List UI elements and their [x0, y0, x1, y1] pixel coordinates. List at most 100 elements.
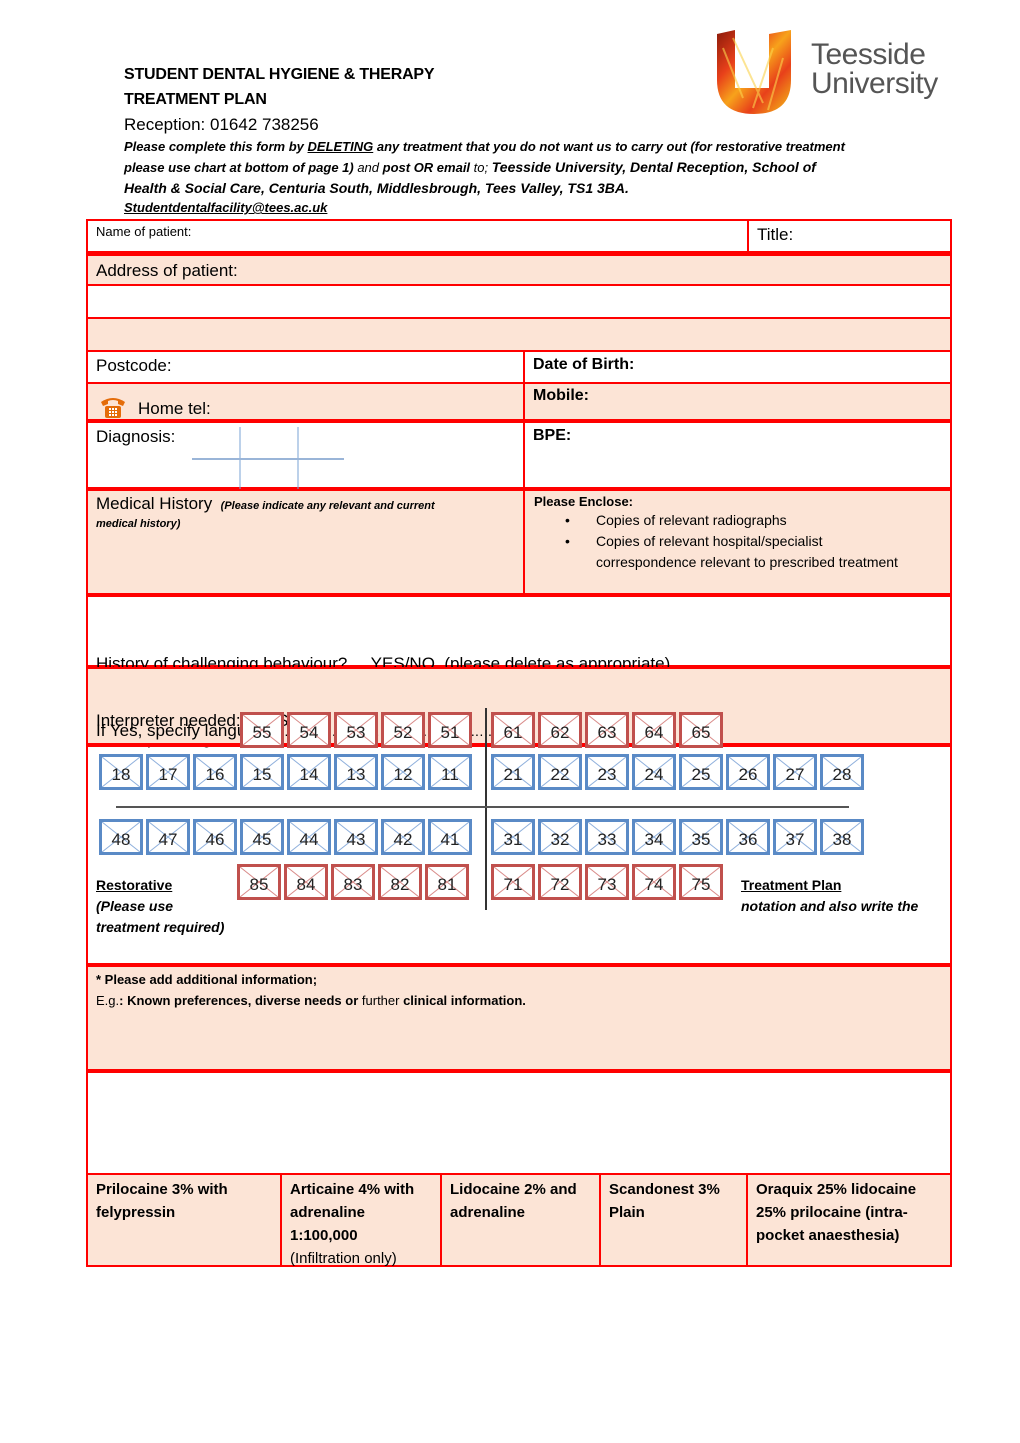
tooth-box-12[interactable]: 12: [381, 754, 425, 790]
title-field[interactable]: Title:: [757, 225, 793, 251]
mobile-field[interactable]: Mobile:: [533, 387, 589, 419]
tooth-box-47[interactable]: 47: [146, 819, 190, 855]
tooth-box-28[interactable]: 28: [820, 754, 864, 790]
additional-information-field[interactable]: * Please add additional information; E.g…: [86, 965, 952, 1071]
tooth-box-25[interactable]: 25: [679, 754, 723, 790]
tooth-box-63[interactable]: 63: [585, 712, 629, 748]
tooth-box-44[interactable]: 44: [287, 819, 331, 855]
tooth-box-53[interactable]: 53: [334, 712, 378, 748]
tooth-box-48[interactable]: 48: [99, 819, 143, 855]
tooth-number: 74: [644, 875, 664, 894]
tooth-box-38[interactable]: 38: [820, 819, 864, 855]
anaesthetic-option[interactable]: Scandonest 3% Plain: [601, 1175, 748, 1265]
tooth-box-26[interactable]: 26: [726, 754, 770, 790]
tooth-box-74[interactable]: 74: [632, 864, 676, 900]
tooth-box-43[interactable]: 43: [334, 819, 378, 855]
tooth-number: 26: [738, 765, 758, 784]
mobile-label: Mobile:: [533, 387, 589, 404]
tooth-box-35[interactable]: 35: [679, 819, 723, 855]
tooth-box-18[interactable]: 18: [99, 754, 143, 790]
tooth-box-55[interactable]: 55: [240, 712, 284, 748]
tooth-number: 25: [691, 765, 711, 784]
tooth-box-23[interactable]: 23: [585, 754, 629, 790]
tooth-box-36[interactable]: 36: [726, 819, 770, 855]
tooth-box-27[interactable]: 27: [773, 754, 817, 790]
tooth-box-11[interactable]: 11: [428, 754, 472, 790]
diagnosis-grid-icon: [192, 427, 344, 491]
tooth-number: 23: [597, 765, 617, 784]
enclose-item: • Copies of relevant radiographs: [565, 512, 787, 528]
anaesthetic-option[interactable]: Prilocaine 3% with felypressin: [88, 1175, 282, 1265]
date-of-birth-field[interactable]: Date of Birth:: [533, 356, 634, 382]
tooth-box-51[interactable]: 51: [428, 712, 472, 748]
tooth-box-16[interactable]: 16: [193, 754, 237, 790]
anaesthetic-option[interactable]: Lidocaine 2% and adrenaline: [442, 1175, 600, 1265]
additional-information-example: E.g.: Known preferences, diverse needs o…: [96, 993, 526, 1008]
tooth-box-14[interactable]: 14: [287, 754, 331, 790]
tooth-box-81[interactable]: 81: [425, 864, 469, 900]
tooth-number: 65: [691, 723, 711, 742]
tooth-box-65[interactable]: 65: [679, 712, 723, 748]
tooth-number: 52: [393, 723, 413, 742]
restorative-label: Restorative: [96, 877, 173, 893]
tooth-box-37[interactable]: 37: [773, 819, 817, 855]
tooth-box-31[interactable]: 31: [491, 819, 535, 855]
tooth-box-75[interactable]: 75: [679, 864, 723, 900]
anaesthetic-option[interactable]: Articaine 4% with adrenaline 1:100,000 (…: [282, 1175, 442, 1267]
tooth-box-54[interactable]: 54: [287, 712, 331, 748]
medical-history-field[interactable]: Medical History (Please indicate any rel…: [96, 494, 516, 593]
tooth-box-46[interactable]: 46: [193, 819, 237, 855]
tooth-box-83[interactable]: 83: [331, 864, 375, 900]
tooth-box-21[interactable]: 21: [491, 754, 535, 790]
tooth-number: 81: [437, 875, 457, 894]
medical-history-label: Medical History: [96, 494, 213, 513]
tooth-box-84[interactable]: 84: [284, 864, 328, 900]
tooth-box-62[interactable]: 62: [538, 712, 582, 748]
tooth-box-13[interactable]: 13: [334, 754, 378, 790]
tooth-box-82[interactable]: 82: [378, 864, 422, 900]
tooth-number: 84: [296, 875, 316, 894]
deleting-emphasis: DELETING: [307, 139, 374, 154]
tooth-number: 51: [440, 723, 460, 742]
tooth-number: 14: [299, 765, 319, 784]
tooth-box-24[interactable]: 24: [632, 754, 676, 790]
teesside-university-logo: Teesside University: [713, 28, 953, 118]
tooth-number: 24: [644, 765, 664, 784]
diagnosis-field[interactable]: Diagnosis:: [96, 427, 175, 487]
university-u-emblem-icon: [717, 30, 791, 114]
tooth-box-45[interactable]: 45: [240, 819, 284, 855]
tooth-box-42[interactable]: 42: [381, 819, 425, 855]
enclose-item: • Copies of relevant hospital/specialist: [565, 533, 823, 549]
postcode-field[interactable]: Postcode:: [96, 356, 172, 382]
tooth-box-22[interactable]: 22: [538, 754, 582, 790]
tooth-number: 55: [252, 723, 272, 742]
tooth-box-71[interactable]: 71: [491, 864, 535, 900]
address-line-2-field[interactable]: [86, 319, 952, 352]
address-line-1-field[interactable]: [86, 286, 952, 319]
tooth-number: 15: [252, 765, 272, 784]
name-of-patient-field[interactable]: Name of patient:: [96, 223, 191, 251]
tooth-box-15[interactable]: 15: [240, 754, 284, 790]
tooth-box-85[interactable]: 85: [237, 864, 281, 900]
free-text-area[interactable]: [86, 1071, 952, 1175]
diagnosis-bpe-row: Diagnosis: BPE:: [86, 421, 952, 491]
tooth-number: 22: [550, 765, 570, 784]
bpe-field[interactable]: BPE:: [533, 427, 571, 487]
tooth-box-41[interactable]: 41: [428, 819, 472, 855]
tooth-number: 42: [393, 830, 413, 849]
home-tel-field[interactable]: Home tel:: [100, 390, 211, 419]
tooth-box-52[interactable]: 52: [381, 712, 425, 748]
tooth-box-72[interactable]: 72: [538, 864, 582, 900]
email-link[interactable]: Studentdentalfacility@tees.ac.uk: [124, 199, 904, 217]
tooth-box-33[interactable]: 33: [585, 819, 629, 855]
tooth-box-64[interactable]: 64: [632, 712, 676, 748]
tooth-box-73[interactable]: 73: [585, 864, 629, 900]
tooth-box-17[interactable]: 17: [146, 754, 190, 790]
tooth-number: 53: [346, 723, 366, 742]
tooth-box-32[interactable]: 32: [538, 819, 582, 855]
tooth-box-34[interactable]: 34: [632, 819, 676, 855]
tooth-box-61[interactable]: 61: [491, 712, 535, 748]
anaesthetic-option[interactable]: Oraquix 25% lidocaine 25% prilocaine (in…: [748, 1175, 954, 1265]
tooth-number: 12: [393, 765, 413, 784]
challenging-behaviour-row[interactable]: History of challenging behaviour? YES/NO…: [86, 595, 952, 748]
